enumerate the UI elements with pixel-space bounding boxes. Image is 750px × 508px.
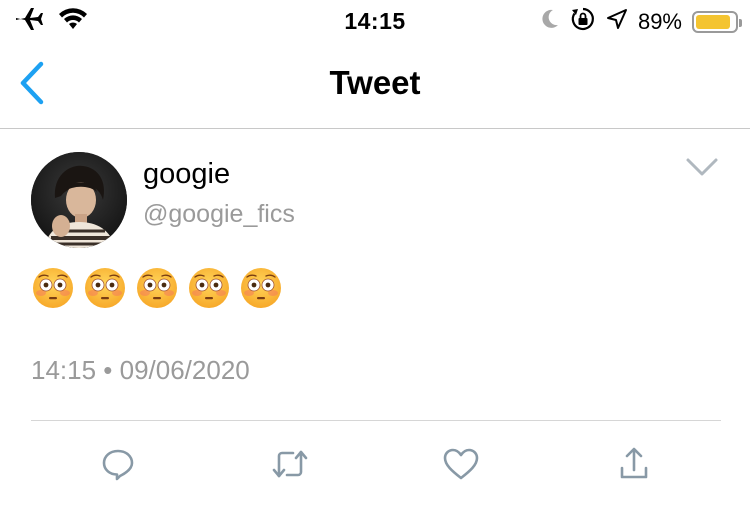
battery-nub	[739, 18, 742, 27]
nav-bar: Tweet	[0, 42, 750, 129]
status-bar: 14:15 89%	[0, 0, 750, 42]
chevron-down-icon	[685, 156, 719, 183]
tweet-timestamp: 14:15 • 09/06/2020	[31, 355, 250, 385]
action-bar	[0, 444, 750, 488]
location-icon	[606, 8, 628, 35]
retweet-icon	[271, 446, 309, 487]
flushed-face-emoji	[189, 268, 229, 308]
battery-icon	[692, 10, 742, 33]
retweet-button[interactable]	[268, 444, 312, 488]
user-handle[interactable]: @googie_fics	[143, 200, 295, 229]
reply-button[interactable]	[96, 444, 140, 488]
like-icon	[442, 447, 480, 486]
battery-percent: 89%	[637, 8, 682, 34]
flushed-face-emoji	[33, 268, 73, 308]
avatar[interactable]	[31, 152, 127, 248]
reply-icon	[100, 446, 136, 487]
share-icon	[618, 446, 650, 487]
orientation-lock-icon	[570, 6, 596, 37]
divider	[31, 420, 721, 421]
tweet-body	[31, 266, 283, 310]
flushed-face-emoji	[85, 268, 125, 308]
share-button[interactable]	[612, 444, 656, 488]
flushed-face-emoji	[137, 268, 177, 308]
display-name[interactable]: googie	[143, 158, 230, 191]
page-title: Tweet	[329, 64, 421, 101]
flushed-face-emoji	[241, 268, 281, 308]
tweet-options-button[interactable]	[682, 154, 722, 184]
battery-fill	[696, 14, 730, 29]
moon-icon	[540, 8, 560, 35]
avatar-image	[31, 152, 127, 248]
status-right: 89%	[540, 6, 742, 37]
like-button[interactable]	[439, 444, 483, 488]
